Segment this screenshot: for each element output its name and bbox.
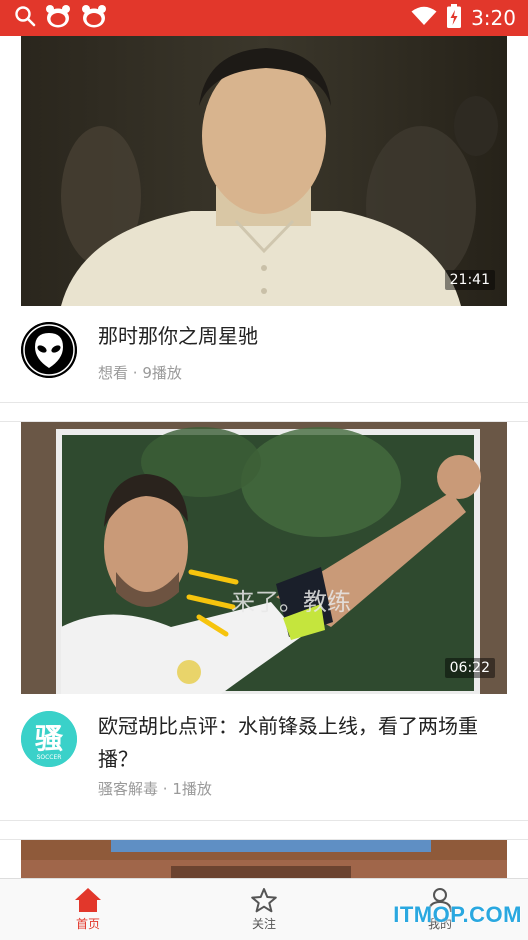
duration-badge: 06:22 <box>444 658 495 678</box>
sao-soccer-logo: 骚 SOCCER <box>21 711 77 767</box>
separator-dot: · <box>128 364 143 382</box>
tab-follow[interactable]: 关注 <box>176 879 352 940</box>
card-divider <box>0 402 528 422</box>
play-count: 9播放 <box>142 364 182 382</box>
video-card[interactable]: 21:41 那时那你之周星驰 想看 · 9播放 <box>0 36 528 402</box>
svg-text:SOCCER: SOCCER <box>37 754 62 761</box>
video-meta[interactable]: 骚 SOCCER 欧冠胡比点评：水前锋叒上线，看了两场重播？ 骚客解毒 · 1播… <box>0 694 528 820</box>
status-bar: 3:20 <box>0 0 528 36</box>
channel-avatar[interactable] <box>21 322 77 378</box>
author-name[interactable]: 骚客解毒 <box>98 780 158 798</box>
author-name[interactable]: 想看 <box>98 364 128 382</box>
video-thumbnail[interactable] <box>21 840 507 878</box>
tab-label: 首页 <box>75 917 100 931</box>
video-feed[interactable]: 21:41 那时那你之周星驰 想看 · 9播放 来了。教练 06:22 骚 SO… <box>0 36 528 878</box>
bear-notification-icon-2 <box>80 4 108 32</box>
play-count: 1播放 <box>172 780 212 798</box>
tab-label: 关注 <box>251 917 276 931</box>
tab-home[interactable]: 首页 <box>0 879 176 940</box>
video-title[interactable]: 欧冠胡比点评：水前锋叒上线，看了两场重播？ <box>98 710 512 776</box>
bear-notification-icon <box>44 4 72 32</box>
watermark: ITMOP.COM <box>393 902 522 927</box>
battery-charging-icon <box>447 4 462 32</box>
card-divider <box>0 820 528 840</box>
bottom-tab-bar: 首页 关注 我的 ITMOP.COM <box>0 878 528 940</box>
video-card[interactable]: 来了。教练 06:22 骚 SOCCER 欧冠胡比点评：水前锋叒上线，看了两场重… <box>0 422 528 820</box>
video-meta[interactable]: 那时那你之周星驰 想看 · 9播放 <box>0 306 528 402</box>
video-overlay-caption: 来了。教练 <box>231 588 351 616</box>
video-stats: 骚客解毒 · 1播放 <box>98 778 212 799</box>
video-thumbnail[interactable]: 来了。教练 06:22 <box>21 422 507 694</box>
wifi-icon <box>411 6 437 30</box>
star-icon <box>251 888 277 913</box>
channel-avatar[interactable]: 骚 SOCCER <box>21 711 77 767</box>
duration-badge: 21:41 <box>444 270 495 290</box>
video-thumbnail[interactable]: 21:41 <box>21 36 507 306</box>
video-stats: 想看 · 9播放 <box>98 362 182 383</box>
svg-text:骚: 骚 <box>35 722 64 755</box>
home-icon <box>75 888 101 912</box>
clock-text: 3:20 <box>471 6 516 30</box>
video-title[interactable]: 那时那你之周星驰 <box>98 320 512 353</box>
video-card[interactable] <box>0 840 528 878</box>
alien-icon <box>21 322 77 378</box>
separator-dot: · <box>158 780 173 798</box>
search-icon[interactable] <box>14 5 36 31</box>
